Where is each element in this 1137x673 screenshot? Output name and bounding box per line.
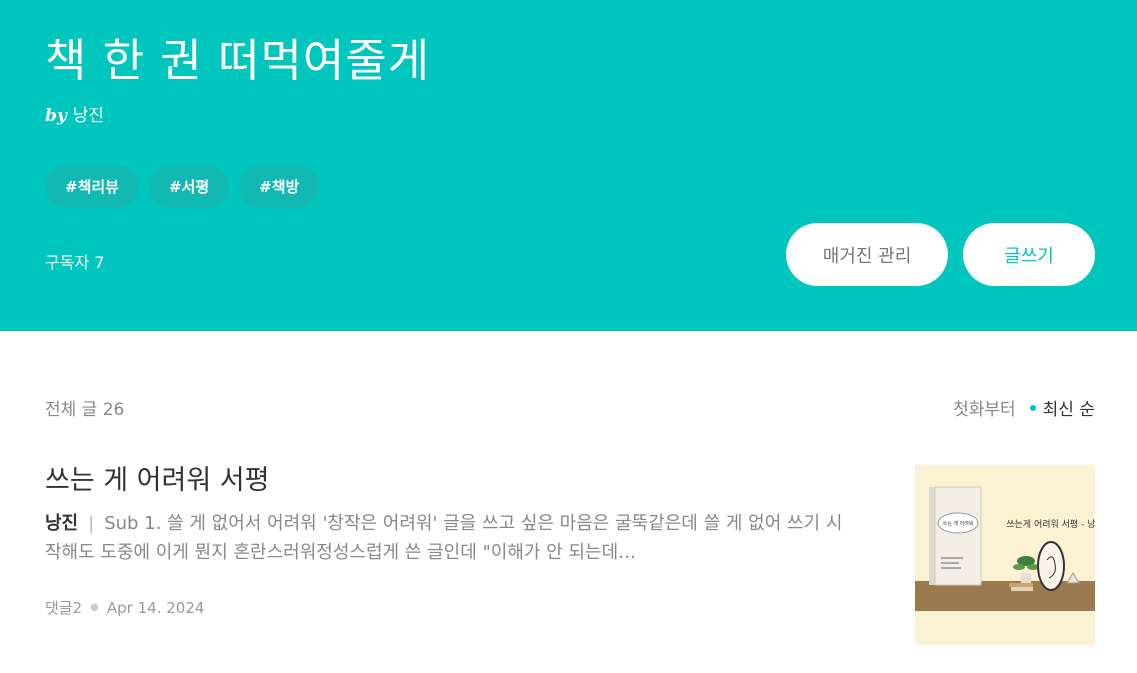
mirror-icon <box>1037 541 1065 591</box>
post-author: 낭진 <box>45 513 79 534</box>
post-excerpt-text: Sub 1. 쓸 게 없어서 어려워 '창작은 어려워' 글을 쓰고 싶은 마음… <box>45 513 843 563</box>
book-front <box>934 486 982 586</box>
manage-magazine-button[interactable]: 매거진 관리 <box>786 223 948 286</box>
post-thumbnail[interactable]: 쓰는 게 어려워 쓰는게 어려워 서평 - 낭진 <box>915 465 1095 645</box>
post-excerpt[interactable]: 낭진 | Sub 1. 쓸 게 없어서 어려워 '창작은 어려워' 글을 쓰고 싶은… <box>45 509 845 567</box>
tag-bookshop[interactable]: #책방 <box>239 165 320 208</box>
list-toolbar: 전체 글 26 첫화부터 최신 순 <box>45 395 1095 421</box>
author-separator: | <box>88 513 95 534</box>
write-button[interactable]: 글쓰기 <box>963 223 1095 286</box>
sort-options: 첫화부터 최신 순 <box>953 395 1095 420</box>
book-title-text: 쓰는 게 어려워 <box>943 520 974 527</box>
post-item[interactable]: 쓰는 게 어려워 서평 낭진 | Sub 1. 쓸 게 없어서 어려워 '창작은 어… <box>45 458 1095 648</box>
magazine-header: 책 한 권 떠먹여줄게 by 낭진 #책리뷰 #서평 #책방 구독자 7 매거진 … <box>0 0 1137 331</box>
post-date: Apr 14. 2024 <box>106 598 205 617</box>
tag-review[interactable]: #서평 <box>148 165 230 208</box>
post-meta: 댓글2 ● Apr 14. 2024 <box>45 597 204 618</box>
sort-latest-button[interactable]: 최신 순 <box>1029 395 1095 420</box>
comment-count: 댓글2 <box>45 599 83 617</box>
byline: by 낭진 <box>45 101 104 126</box>
byline-by: by <box>45 106 67 126</box>
sort-latest-label: 최신 순 <box>1042 400 1095 420</box>
selected-dot-icon <box>1029 404 1036 411</box>
tag-list: #책리뷰 #서평 #책방 <box>45 165 320 208</box>
sort-first-button[interactable]: 첫화부터 <box>953 395 1016 420</box>
thumbnail-title: 쓰는게 어려워 서평 - 낭진 <box>1006 519 1095 530</box>
magazine-title: 책 한 권 떠먹여줄게 <box>45 34 431 87</box>
author-link[interactable]: 낭진 <box>73 106 104 126</box>
tag-book-review[interactable]: #책리뷰 <box>45 165 139 208</box>
post-title[interactable]: 쓰는 게 어려워 서평 <box>45 458 269 497</box>
book-cover-illustration: 쓰는 게 어려워 쓰는게 어려워 서평 - 낭진 <box>915 465 1095 645</box>
subscriber-count[interactable]: 구독자 7 <box>45 249 104 273</box>
meta-separator: ● <box>90 602 99 613</box>
total-post-count: 전체 글 26 <box>45 400 125 420</box>
